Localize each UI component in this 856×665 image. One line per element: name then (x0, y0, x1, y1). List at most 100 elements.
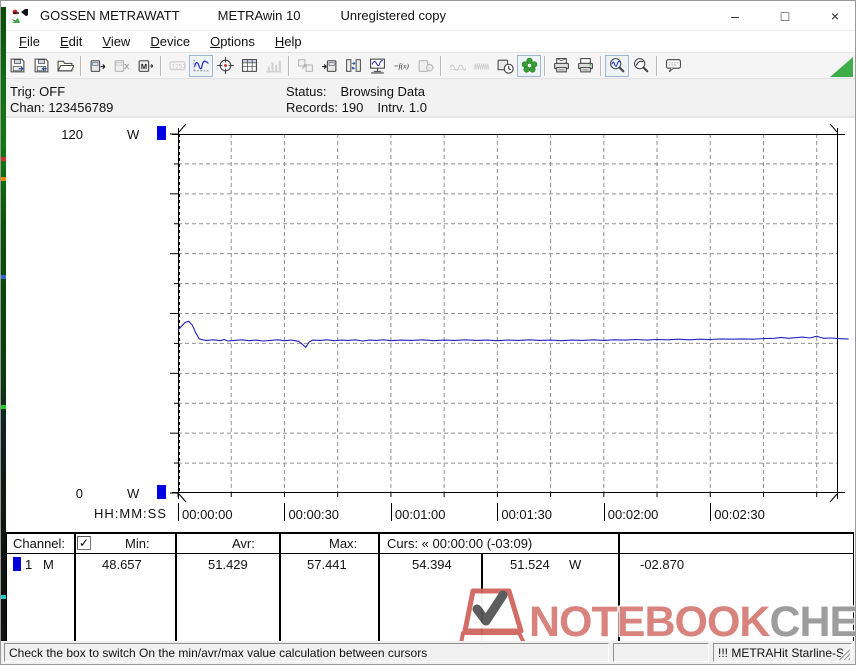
read-device-button[interactable] (317, 55, 341, 77)
interval-value: 1.0 (409, 100, 427, 115)
flower-icon (521, 57, 538, 74)
device-memory-button[interactable] (133, 55, 157, 77)
menu-item-device[interactable]: Device (140, 32, 200, 52)
toolbar-separator (160, 56, 162, 76)
table-header-row: Channel: ✓ Min: Avr: Max: Curs: « 00:00:… (7, 534, 853, 554)
app-logo-icon (10, 6, 30, 26)
x-axis-tick (391, 503, 392, 521)
background-window-edge (1, 7, 6, 641)
close-button[interactable]: × (827, 9, 843, 23)
x-axis-tick (497, 503, 498, 521)
y-axis-min-label: 0 (37, 486, 83, 501)
records-value: 190 (342, 100, 364, 115)
merge-channels-button[interactable] (341, 55, 365, 77)
zoom-curve-icon (633, 57, 650, 74)
statusbar-device-status: !!! METRAHit Starline-S (713, 643, 852, 662)
toolbar-separator (656, 56, 658, 76)
app-title: GOSSEN METRAWATT (40, 8, 180, 23)
license-status: Unregistered copy (340, 8, 446, 23)
fx-icon (393, 57, 410, 74)
x-axis-tick (604, 503, 605, 521)
channel-number: 1 (25, 557, 32, 572)
toolbar-separator (544, 56, 546, 76)
columns-icon (345, 57, 362, 74)
save-file-button[interactable] (5, 55, 29, 77)
cursor-header: Curs: « 00:00:00 (-03:09) (387, 536, 532, 551)
formula-button[interactable] (389, 55, 413, 77)
tooltip-help-button[interactable] (661, 55, 685, 77)
printer-doc-icon (553, 57, 570, 74)
open-file-button[interactable] (53, 55, 77, 77)
minavrmax-calc-checkbox[interactable]: ✓ (77, 536, 91, 550)
delta-value: -02.870 (640, 557, 684, 572)
menu-item-help[interactable]: Help (265, 32, 312, 52)
statusbar-message: Check the box to switch On the min/avr/m… (4, 643, 609, 662)
chan-value: 123456789 (48, 100, 113, 115)
timer-button[interactable] (493, 55, 517, 77)
status-bar: Check the box to switch On the min/avr/m… (1, 641, 855, 664)
menu-item-edit[interactable]: Edit (50, 32, 92, 52)
y-axis-max-label: 120 (37, 127, 83, 142)
save-channels-button[interactable] (29, 55, 53, 77)
floppy2-icon (33, 57, 50, 74)
menu-item-options[interactable]: Options (200, 32, 265, 52)
zoom-curve-button[interactable] (629, 55, 653, 77)
alarm-button[interactable] (517, 55, 541, 77)
status-label: Status: (286, 84, 326, 99)
min-value: 48.657 (102, 557, 142, 572)
avr-header: Avr: (232, 536, 255, 551)
toolbar-separator (80, 56, 82, 76)
transfer-icon (297, 57, 314, 74)
x-tick-label: 00:01:30 (501, 507, 552, 522)
minimize-button[interactable]: – (727, 9, 743, 23)
zoom-window-button[interactable] (605, 55, 629, 77)
cursor-crosshair-button[interactable] (213, 55, 237, 77)
floppy-icon (9, 57, 26, 74)
table-view-button[interactable] (237, 55, 261, 77)
print-report-button[interactable] (549, 55, 573, 77)
channel-marker-top (157, 126, 166, 140)
chart-plot[interactable] (178, 134, 841, 493)
device-clear-button (109, 55, 133, 77)
max-value: 57.441 (307, 557, 347, 572)
zoom-wave-icon (609, 57, 626, 74)
trig-value: OFF (39, 84, 65, 99)
resize-grip[interactable] (837, 647, 850, 660)
bubble-icon (665, 57, 682, 74)
toolbar (1, 53, 855, 79)
trig-label: Trig: (10, 84, 36, 99)
print-button[interactable] (573, 55, 597, 77)
maximize-button[interactable]: □ (777, 9, 793, 23)
clock-icon (497, 57, 514, 74)
menu-item-file[interactable]: File (9, 32, 50, 52)
bars-icon (265, 57, 282, 74)
chart-area[interactable]: 120 W 0 W HH:MM:SS 00:00:0000:00:3000:01… (1, 118, 855, 532)
export-to-device-button[interactable] (85, 55, 109, 77)
x-tick-label: 00:02:30 (714, 507, 765, 522)
device-out-icon (89, 57, 106, 74)
measurement-table: Channel: ✓ Min: Avr: Max: Curs: « 00:00:… (6, 532, 854, 642)
live-monitor-button[interactable] (365, 55, 389, 77)
printer-icon (577, 57, 594, 74)
max-header: Max: (329, 536, 357, 551)
chart-view-button[interactable] (189, 55, 213, 77)
x-tick-label: 00:00:30 (288, 507, 339, 522)
x-tick-label: 00:01:00 (395, 507, 446, 522)
x-axis-tick (284, 503, 285, 521)
y-axis-unit-bottom: W (127, 486, 139, 501)
acquisition-status-panel: Trig: OFF Chan: 123456789 Status:Browsin… (1, 79, 855, 118)
wave-dense-icon (473, 57, 490, 74)
product-title: METRAwin 10 (218, 8, 301, 23)
device-m-icon (137, 57, 154, 74)
grid-icon (241, 57, 258, 74)
toolbar-separator (440, 56, 442, 76)
y-axis-unit-top: W (127, 127, 139, 142)
channel-marker-bottom (157, 485, 166, 499)
table-data-row[interactable]: 1 M 48.657 51.429 57.441 54.394 51.524 W… (7, 554, 853, 642)
app-window: GOSSEN METRAWATT METRAwin 10 Unregistere… (0, 0, 856, 665)
menu-item-view[interactable]: View (92, 32, 140, 52)
status-value: Browsing Data (340, 84, 425, 99)
toolbar-separator (600, 56, 602, 76)
wave-icon (193, 57, 210, 74)
histogram-view-button (261, 55, 285, 77)
